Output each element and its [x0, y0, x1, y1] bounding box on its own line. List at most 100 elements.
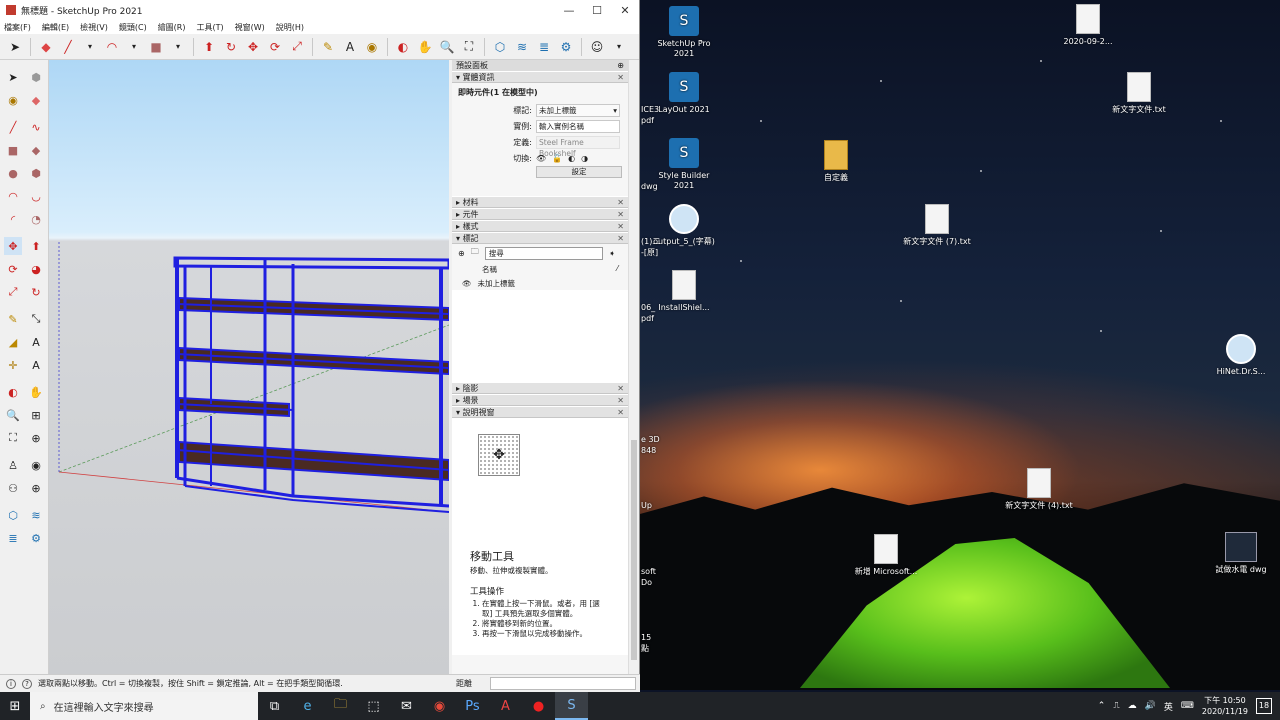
panel-styles[interactable]: ▸ 樣式 ✕	[452, 220, 628, 232]
paint-bucket-icon[interactable]: ◉	[4, 91, 22, 109]
tag-details-icon[interactable]: ➧	[609, 249, 616, 258]
desktop-icon-new-word[interactable]: 新增 Microsoft...	[851, 534, 921, 577]
protractor-tool-icon[interactable]: ◢	[4, 333, 22, 351]
panel-materials[interactable]: ▸ 材料 ✕	[452, 196, 628, 208]
previous-view-icon[interactable]: ⊕	[27, 429, 45, 447]
zoom-window-icon[interactable]: ⊞	[27, 406, 45, 424]
extension-manager-icon[interactable]: ⚙	[27, 529, 45, 547]
close-icon[interactable]: ✕	[617, 407, 624, 418]
offset-tool-icon[interactable]: ↻	[27, 283, 45, 301]
task-view-icon[interactable]: ⧉	[258, 692, 291, 720]
arc-tool-icon[interactable]: ◠	[4, 187, 22, 205]
info-icon[interactable]: i	[6, 678, 16, 689]
rotated-rect-tool-icon[interactable]: ◆	[27, 141, 45, 159]
rotate-tool-icon[interactable]: ⟳	[266, 38, 284, 56]
instance-name-input[interactable]: 輸入實例名稱	[536, 119, 620, 133]
cloud-icon[interactable]: ☁	[1128, 701, 1137, 711]
desktop-icon-installshield[interactable]: InstallShiel...	[649, 270, 719, 313]
offset-tool-icon[interactable]: ↻	[222, 38, 240, 56]
extension-manager-icon[interactable]: ⚙	[557, 38, 575, 56]
send-to-layout-icon[interactable]: ≣	[4, 529, 22, 547]
taskbar-search[interactable]: ⌕ 在這裡輸入文字來搜尋	[30, 692, 258, 720]
lock-icon[interactable]: 🔓	[552, 154, 562, 163]
tape-measure-icon[interactable]: ✎	[319, 38, 337, 56]
sketchup-taskbar-icon[interactable]: S	[555, 692, 588, 720]
tray-scrollbar[interactable]	[628, 60, 639, 674]
desktop-icon-dwg[interactable]: 試做水電 dwg	[1206, 532, 1276, 575]
panel-scenes[interactable]: ▸ 場景 ✕	[452, 394, 628, 406]
add-tag-icon[interactable]: ⊕	[458, 249, 465, 258]
recorder-icon[interactable]: ●	[522, 692, 555, 720]
orbit-tool-icon[interactable]: ◐	[394, 38, 412, 56]
scale-tool-icon[interactable]: ⤢	[4, 283, 22, 301]
panel-shadows[interactable]: ▸ 陰影 ✕	[452, 382, 628, 394]
definition-field[interactable]: Steel Frame Bookshelf	[536, 135, 620, 158]
menu-window[interactable]: 視窗(W)	[235, 22, 265, 33]
maximize-button[interactable]: ☐	[583, 4, 611, 17]
scale-tool-icon[interactable]: ⤢	[288, 38, 306, 56]
select-tool-icon[interactable]: ➤	[4, 68, 22, 86]
polygon-tool-icon[interactable]: ⬢	[27, 164, 45, 182]
close-icon[interactable]: ✕	[617, 395, 624, 406]
bookshelf-model[interactable]	[173, 256, 449, 513]
look-around-icon[interactable]: ◉	[27, 456, 45, 474]
panel-instructor[interactable]: ▾ 說明視窗 ✕	[452, 406, 628, 418]
axes-tool-icon[interactable]: ✛	[4, 356, 22, 374]
help-icon[interactable]: ?	[22, 678, 32, 689]
dropdown-arrow-icon[interactable]: ▾	[81, 38, 99, 56]
rotate-tool-icon[interactable]: ⟳	[4, 260, 22, 278]
extension-warehouse-icon[interactable]: ≋	[513, 38, 531, 56]
3pt-arc-tool-icon[interactable]: ◜	[4, 210, 22, 228]
line-tool-icon[interactable]: ╱	[4, 118, 22, 136]
menu-file[interactable]: 檔案(F)	[4, 22, 31, 33]
eraser-tool-icon[interactable]: ◆	[37, 38, 55, 56]
close-icon[interactable]: ✕	[617, 233, 624, 244]
menu-draw[interactable]: 繪圖(R)	[158, 22, 186, 33]
zoom-extents-icon[interactable]: ⛶	[460, 38, 478, 56]
close-icon[interactable]: ✕	[617, 209, 624, 220]
name-column-header[interactable]: 名稱	[482, 264, 497, 275]
close-icon[interactable]: ✕	[617, 197, 624, 208]
keyboard-icon[interactable]: ⌨	[1181, 701, 1194, 711]
network-icon[interactable]: ⎍	[1113, 701, 1119, 711]
send-to-layout-icon[interactable]: ≣	[535, 38, 553, 56]
push-pull-tool-icon[interactable]: ⬆	[200, 38, 218, 56]
desktop-icon-image[interactable]: 2020-09-2...	[1053, 4, 1123, 47]
panel-entity-info[interactable]: ▾ 實體資訊 ✕	[452, 71, 628, 83]
acrobat-icon[interactable]: A	[489, 692, 522, 720]
visibility-eye-icon[interactable]: 👁	[536, 154, 546, 163]
notification-center-icon[interactable]: 18	[1256, 698, 1272, 714]
windows-start-icon[interactable]: ⊞	[0, 692, 30, 720]
3d-text-tool-icon[interactable]: A	[27, 356, 45, 374]
close-button[interactable]: ✕	[611, 4, 639, 17]
input-method-indicator[interactable]: 英	[1164, 700, 1173, 713]
menu-camera[interactable]: 鏡頭(C)	[119, 22, 147, 33]
modeling-viewport[interactable]	[49, 60, 449, 674]
edge-browser-icon[interactable]: e	[291, 692, 324, 720]
eraser-tool-icon[interactable]: ◆	[27, 91, 45, 109]
arc-tool-icon[interactable]: ◠	[103, 38, 121, 56]
push-pull-tool-icon[interactable]: ⬆	[27, 237, 45, 255]
component-tool-icon[interactable]: ⬢	[27, 68, 45, 86]
line-tool-icon[interactable]: ╱	[59, 38, 77, 56]
desktop-icon-text-4[interactable]: 新文字文件 (4).txt	[1004, 468, 1074, 511]
orbit-tool-icon[interactable]: ◐	[4, 383, 22, 401]
move-tool-icon[interactable]: ✥	[4, 237, 22, 255]
measurements-input[interactable]	[490, 677, 636, 690]
dimension-tool-icon[interactable]: ⤡	[27, 310, 45, 328]
select-tool-icon[interactable]: ➤	[6, 38, 24, 56]
scrollbar-thumb[interactable]	[631, 440, 637, 660]
pan-tool-icon[interactable]: ✋	[416, 38, 434, 56]
pin-icon[interactable]: ⊕	[617, 60, 624, 71]
warehouse-icon[interactable]: ⬡	[4, 506, 22, 524]
minimize-button[interactable]: —	[555, 4, 583, 17]
add-folder-icon[interactable]: 🗀	[471, 246, 479, 260]
dropdown-arrow-icon[interactable]: ▾	[610, 38, 628, 56]
pan-tool-icon[interactable]: ✋	[27, 383, 45, 401]
file-explorer-icon[interactable]: 🗀	[324, 692, 357, 720]
tag-row-untagged[interactable]: 👁 未加上標籤	[452, 277, 628, 290]
menu-help[interactable]: 說明(H)	[276, 22, 304, 33]
position-camera-icon[interactable]: ♙	[4, 456, 22, 474]
desktop-icon-style-builder[interactable]: S Style Builder 2021	[649, 138, 719, 191]
section-plane-icon[interactable]: ⊕	[27, 479, 45, 497]
